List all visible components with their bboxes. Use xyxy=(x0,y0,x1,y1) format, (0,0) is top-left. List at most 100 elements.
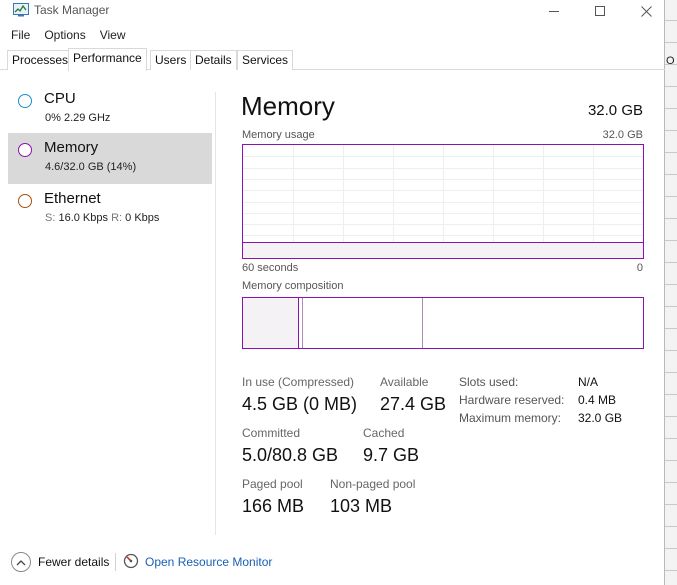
background-line xyxy=(664,394,677,395)
sidebar-item-subtitle: 4.6/32.0 GB (14%) xyxy=(45,161,137,173)
performance-sidebar: CPU 0% 2.29 GHz Memory 4.6/32.0 GB (14%)… xyxy=(0,70,216,535)
background-line xyxy=(664,438,677,439)
sidebar-item-subtitle: S: 16.0 Kbps R: 0 Kbps xyxy=(45,212,159,224)
in-use-label: In use (Compressed) xyxy=(242,375,355,389)
background-line xyxy=(664,504,677,505)
task-manager-window: Task Manager File Options View Processes… xyxy=(0,0,665,585)
receive-label: R: xyxy=(111,212,123,224)
resource-monitor-icon xyxy=(123,553,139,569)
send-label: S: xyxy=(45,212,56,224)
tab-services[interactable]: Services xyxy=(237,50,294,70)
background-line xyxy=(664,416,677,417)
minimize-button[interactable] xyxy=(531,0,577,22)
background-line xyxy=(664,130,677,131)
close-button[interactable] xyxy=(623,0,669,22)
tab-bar: Processes Performance Users Details Serv… xyxy=(0,48,665,71)
background-line xyxy=(664,372,677,373)
sidebar-item-ethernet[interactable]: Ethernet S: 16.0 Kbps R: 0 Kbps xyxy=(8,184,212,235)
task-manager-app-icon xyxy=(13,3,29,17)
available-value: 27.4 GB xyxy=(380,394,447,414)
chevron-up-icon xyxy=(16,559,26,565)
usage-chart-end-label: 0 xyxy=(636,262,643,274)
close-icon xyxy=(640,5,652,17)
background-window-strip: O xyxy=(664,0,677,585)
hardware-reserved-value: 0.4 MB xyxy=(578,393,617,407)
memory-usage-chart xyxy=(242,144,644,259)
sidebar-item-title: Memory xyxy=(44,139,99,156)
sidebar-divider xyxy=(215,92,216,535)
background-line xyxy=(664,526,677,527)
background-line xyxy=(664,174,677,175)
menu-file[interactable]: File xyxy=(11,26,30,44)
sidebar-item-subtitle: 0% 2.29 GHz xyxy=(45,112,111,124)
background-window-glyph: O xyxy=(666,55,675,67)
background-line xyxy=(664,86,677,87)
ethernet-indicator-icon xyxy=(18,194,32,208)
cached-value: 9.7 GB xyxy=(363,445,420,465)
tab-performance[interactable]: Performance xyxy=(68,48,147,71)
tab-processes[interactable]: Processes xyxy=(7,50,74,70)
send-value: 16.0 Kbps xyxy=(58,212,109,224)
hardware-reserved-label: Hardware reserved: xyxy=(459,393,565,407)
memory-composition-bar xyxy=(242,297,644,349)
background-line xyxy=(664,548,677,549)
footer: Fewer details Open Resource Monitor xyxy=(0,545,665,585)
receive-value: 0 Kbps xyxy=(125,212,160,224)
background-line xyxy=(664,42,677,43)
background-line xyxy=(664,284,677,285)
open-resource-monitor-link[interactable]: Open Resource Monitor xyxy=(145,555,272,569)
maximize-icon xyxy=(595,6,605,16)
fewer-details-link[interactable]: Fewer details xyxy=(38,555,109,569)
background-line xyxy=(664,460,677,461)
usage-chart-label: Memory usage xyxy=(242,129,315,141)
background-line xyxy=(664,64,677,65)
nonpaged-pool-label: Non-paged pool xyxy=(330,477,416,491)
fewer-details-button[interactable] xyxy=(11,552,31,572)
background-line xyxy=(664,240,677,241)
window-title: Task Manager xyxy=(34,3,110,17)
composition-in-use-segment xyxy=(243,298,299,348)
memory-indicator-icon xyxy=(18,143,32,157)
background-line xyxy=(664,306,677,307)
sidebar-item-title: Ethernet xyxy=(44,190,101,207)
background-line xyxy=(664,152,677,153)
slots-used-value: N/A xyxy=(578,375,599,389)
menu-bar: File Options View xyxy=(0,26,129,44)
composition-standby-segment xyxy=(303,298,423,348)
background-line xyxy=(664,328,677,329)
committed-label: Committed xyxy=(242,426,301,440)
background-line xyxy=(664,218,677,219)
committed-value: 5.0/80.8 GB xyxy=(242,445,339,465)
page-title: Memory xyxy=(241,91,335,121)
background-line xyxy=(664,196,677,197)
footer-separator xyxy=(115,553,116,571)
usage-chart-time-label: 60 seconds xyxy=(242,262,299,274)
background-line xyxy=(664,108,677,109)
maximum-memory-value: 32.0 GB xyxy=(578,411,623,425)
menu-options[interactable]: Options xyxy=(44,26,85,44)
in-use-value: 4.5 GB (0 MB) xyxy=(242,394,358,414)
background-line xyxy=(664,262,677,263)
title-bar[interactable]: Task Manager xyxy=(0,0,665,22)
tab-users[interactable]: Users xyxy=(150,50,192,70)
background-line xyxy=(664,350,677,351)
background-line xyxy=(664,482,677,483)
maximum-memory-label: Maximum memory: xyxy=(459,411,562,425)
paged-pool-label: Paged pool xyxy=(242,477,303,491)
composition-label: Memory composition xyxy=(242,280,344,292)
menu-view[interactable]: View xyxy=(100,26,126,44)
total-memory: 32.0 GB xyxy=(587,102,643,119)
paged-pool-value: 166 MB xyxy=(242,496,305,516)
sidebar-item-title: CPU xyxy=(44,90,76,107)
memory-usage-fill xyxy=(243,242,643,258)
background-line xyxy=(664,570,677,571)
cpu-indicator-icon xyxy=(18,94,32,108)
cached-label: Cached xyxy=(363,426,405,440)
tab-details[interactable]: Details xyxy=(190,50,237,70)
minimize-icon xyxy=(549,10,559,12)
sidebar-item-memory[interactable]: Memory 4.6/32.0 GB (14%) xyxy=(8,133,212,184)
maximize-button[interactable] xyxy=(577,0,623,22)
slots-used-label: Slots used: xyxy=(459,375,519,389)
sidebar-item-cpu[interactable]: CPU 0% 2.29 GHz xyxy=(8,84,212,135)
nonpaged-pool-value: 103 MB xyxy=(330,496,393,516)
